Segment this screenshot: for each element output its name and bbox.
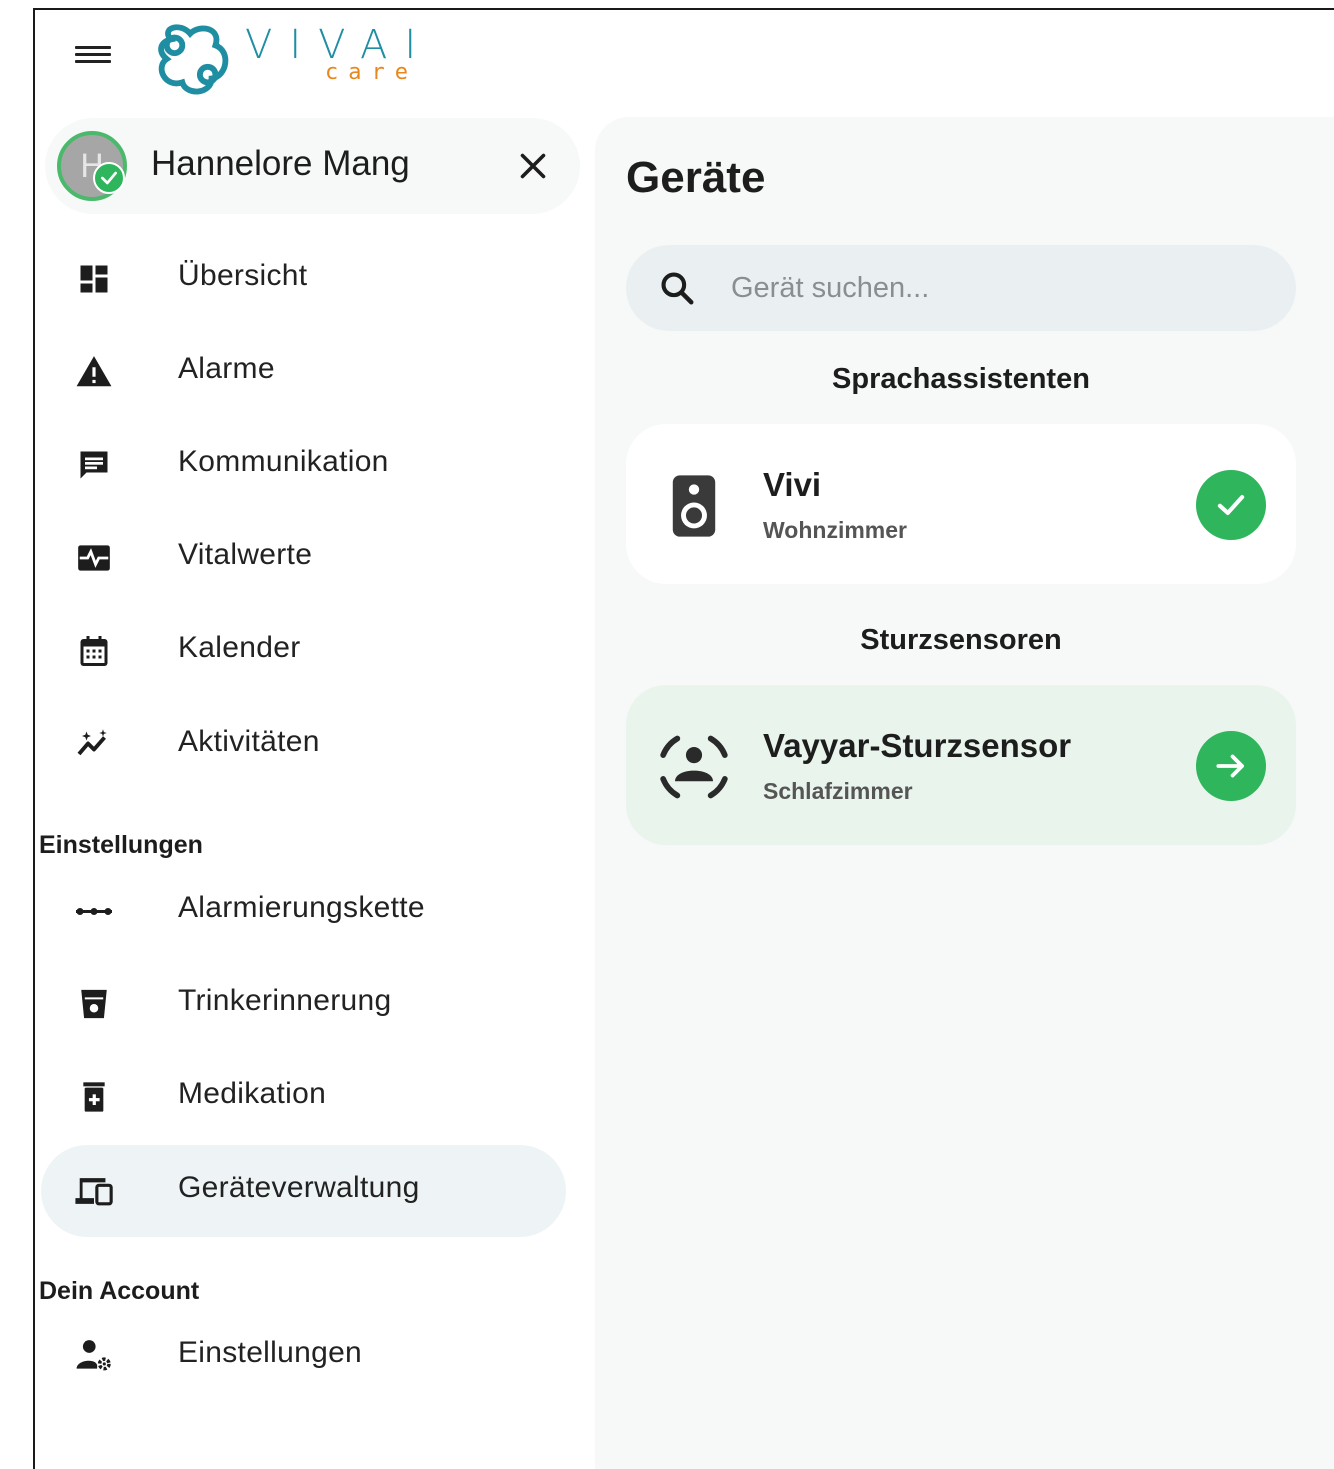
dashboard-icon	[74, 259, 114, 299]
nav-item-kommunikation[interactable]: Kommunikation	[41, 419, 566, 511]
nav-label: Übersicht	[178, 259, 308, 292]
devices-icon	[74, 1171, 114, 1211]
warning-icon	[74, 352, 114, 392]
vitals-icon	[74, 538, 114, 578]
device-name: Vivi	[763, 466, 822, 503]
nav-label: Alarmierungskette	[178, 891, 425, 924]
chat-icon	[74, 445, 114, 485]
user-chip[interactable]: H Hannelore Mang	[45, 118, 580, 214]
device-card-vivi[interactable]: Vivi Wohnzimmer	[626, 424, 1296, 584]
online-check-icon	[93, 162, 125, 194]
page-title: Geräte	[626, 153, 766, 202]
nav-label: Alarme	[178, 352, 275, 385]
user-name: Hannelore Mang	[151, 144, 410, 183]
nav-label: Aktivitäten	[178, 725, 320, 758]
user-settings-icon	[74, 1336, 114, 1376]
activity-icon	[74, 725, 114, 765]
nav-label: Kalender	[178, 631, 301, 664]
search-icon	[661, 272, 694, 305]
group-heading-fall-sensors: Sturzsensoren	[860, 624, 1062, 656]
app-window: VIVAI care H Hannelore Mang Übersicht Al…	[33, 8, 1334, 1469]
brand-sub: care	[325, 60, 418, 85]
nav-item-medikation[interactable]: Medikation	[41, 1051, 566, 1143]
group-heading-voice-assistants: Sprachassistenten	[832, 363, 1090, 395]
nav-item-vitalwerte[interactable]: Vitalwerte	[41, 512, 566, 604]
device-room: Schlafzimmer	[763, 778, 913, 804]
nav-label: Kommunikation	[178, 445, 389, 478]
device-card-vayyar[interactable]: Vayyar-Sturzsensor Schlafzimmer	[626, 685, 1296, 845]
nav-label: Einstellungen	[178, 1336, 363, 1369]
chain-icon	[74, 891, 114, 931]
nav-item-uebersicht[interactable]: Übersicht	[41, 233, 566, 325]
fall-sensor-icon	[656, 729, 732, 805]
medication-icon	[74, 1077, 114, 1117]
nav-item-trinkerinnerung[interactable]: Trinkerinnerung	[41, 958, 566, 1050]
device-name: Vayyar-Sturzsensor	[763, 727, 1072, 764]
account-section-heading: Dein Account	[39, 1277, 200, 1305]
nav-item-alarme[interactable]: Alarme	[41, 326, 566, 418]
check-icon	[1196, 470, 1266, 540]
nav-item-einstellungen[interactable]: Einstellungen	[41, 1310, 566, 1402]
brand-wordmark: VIVAI care	[245, 22, 433, 85]
nav-item-alarmierungskette[interactable]: Alarmierungskette	[41, 865, 566, 957]
device-room: Wohnzimmer	[763, 517, 907, 543]
hamburger-menu-icon[interactable]	[73, 42, 113, 74]
nav-item-kalender[interactable]: Kalender	[41, 605, 566, 697]
nav-label: Vitalwerte	[178, 538, 313, 571]
nav-label: Trinkerinnerung	[178, 984, 392, 1017]
speaker-icon	[656, 468, 732, 544]
sidebar: H Hannelore Mang Übersicht Alarme Kommun…	[35, 115, 595, 1469]
search-input[interactable]	[731, 263, 1271, 313]
vivai-logo-icon	[158, 24, 229, 95]
drink-icon	[74, 984, 114, 1024]
close-icon[interactable]	[515, 148, 551, 184]
nav-label: Medikation	[178, 1077, 327, 1110]
nav-label: Geräteverwaltung	[178, 1171, 420, 1204]
top-bar: VIVAI care	[35, 10, 1334, 110]
settings-section-heading: Einstellungen	[39, 831, 203, 859]
main-panel: Geräte Sprachassistenten Vivi Wohnzimmer…	[595, 117, 1334, 1469]
nav-item-geraeteverwaltung[interactable]: Geräteverwaltung	[41, 1145, 566, 1237]
search-bar[interactable]	[626, 245, 1296, 331]
arrow-right-icon[interactable]	[1196, 731, 1266, 801]
nav-item-aktivitaeten[interactable]: Aktivitäten	[41, 699, 566, 791]
calendar-icon	[74, 631, 114, 671]
